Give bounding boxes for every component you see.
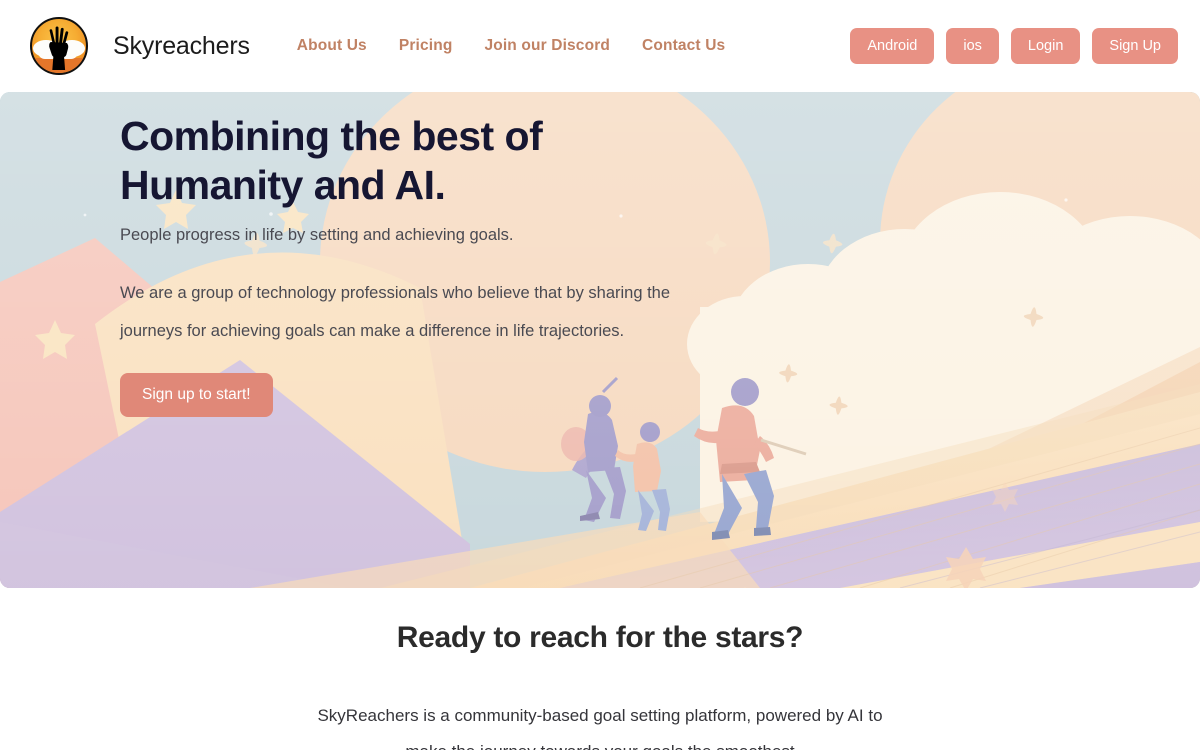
brand-name: Skyreachers: [113, 31, 250, 60]
section-copy: SkyReachers is a community-based goal se…: [317, 706, 883, 750]
hero-section: Combining the best of Humanity and AI. P…: [0, 92, 1200, 588]
header-actions: Android ios Login Sign Up: [850, 27, 1178, 65]
site-header: Skyreachers About Us Pricing Join our Di…: [0, 0, 1200, 92]
ready-section: Ready to reach for the stars? SkyReacher…: [0, 588, 1200, 750]
sign-up-to-start-button[interactable]: Sign up to start!: [120, 373, 273, 417]
nav-item-pricing[interactable]: Pricing: [399, 37, 453, 55]
nav-item-join-our-discord[interactable]: Join our Discord: [484, 37, 610, 55]
hero-title-line-2: Humanity and AI.: [120, 161, 446, 208]
hero-title-line-1: Combining the best of: [120, 113, 543, 159]
android-button[interactable]: Android: [850, 27, 935, 65]
nav-item-about-us[interactable]: About Us: [297, 37, 367, 55]
hand-reaching-through-clouds-icon: [30, 17, 88, 75]
hero-title: Combining the best of Humanity and AI.: [120, 112, 760, 210]
hero-content: Combining the best of Humanity and AI. P…: [120, 112, 760, 417]
ios-button[interactable]: ios: [946, 27, 999, 65]
main-nav: About Us Pricing Join our Discord Contac…: [297, 37, 726, 55]
login-button[interactable]: Login: [1010, 27, 1081, 65]
logo-hand-shape: [49, 26, 69, 70]
hero-body: We are a group of technology professiona…: [120, 283, 671, 341]
hero-lede: People progress in life by setting and a…: [120, 225, 514, 244]
brand[interactable]: Skyreachers: [30, 17, 250, 75]
section-title: Ready to reach for the stars?: [396, 621, 804, 654]
sign-up-button[interactable]: Sign Up: [1092, 27, 1178, 65]
nav-item-contact-us[interactable]: Contact Us: [642, 37, 725, 55]
